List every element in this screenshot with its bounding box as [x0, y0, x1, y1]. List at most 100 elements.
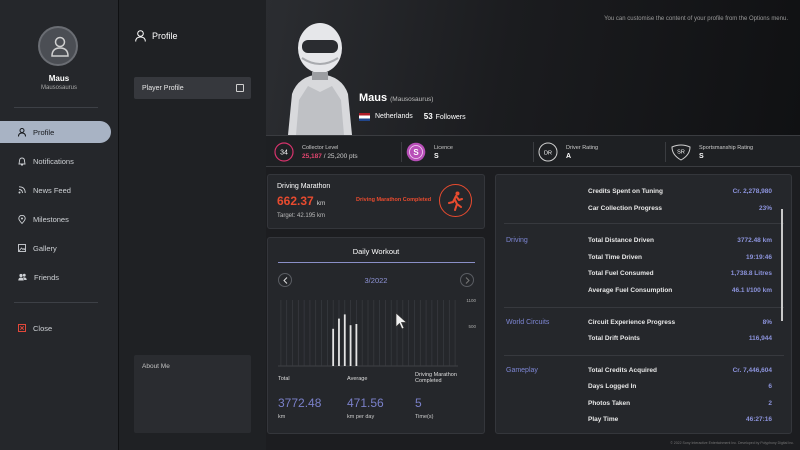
marathon-distance-unit: km	[316, 200, 326, 207]
daily-workout-chart: 1100 500	[278, 298, 476, 367]
day-bar[interactable]	[355, 324, 358, 366]
y-tick-label-mid: 500	[468, 324, 476, 329]
record-row: Total Drift Points 116,944	[588, 335, 772, 349]
licence[interactable]: S Licence S	[406, 136, 534, 168]
driver-rating[interactable]: DR Driver Rating A	[538, 136, 666, 168]
record-category: Driving	[506, 237, 528, 244]
record-row: Total Time Driven 19:19:46	[588, 254, 772, 268]
nav-item-milestones[interactable]: Milestones	[0, 208, 111, 230]
record-row: Play Time 46:27:16	[588, 416, 772, 430]
nav-item-gallery[interactable]: Gallery	[0, 237, 111, 259]
next-month-button[interactable]	[460, 273, 474, 287]
marathon-distance: 662.37 km	[277, 194, 325, 208]
workout-month: 3/2022	[364, 276, 388, 285]
chevron-right-icon	[465, 276, 470, 284]
driving-marathon-card[interactable]: Driving Marathon 662.37 km Target: 42.195…	[267, 174, 485, 229]
nav-item-label: Notifications	[33, 156, 74, 166]
record-category: World Circuits	[506, 319, 550, 326]
record-row: Circuit Experience Progress 8%	[588, 319, 772, 333]
record-value: 19:19:46	[745, 254, 772, 261]
left-nav: Maus Mausosaurus Profile Notifications N…	[0, 0, 118, 450]
nav-item-friends[interactable]: Friends	[0, 266, 111, 288]
collector-badge-text: 34	[280, 150, 288, 157]
profile-header: You can customise the content of your pr…	[266, 0, 800, 135]
divider	[504, 307, 784, 308]
nav-item-profile[interactable]: Profile	[0, 121, 111, 143]
divider	[401, 142, 402, 162]
cursor-icon	[395, 312, 408, 330]
location-pin-icon	[18, 214, 26, 224]
y-tick-label-max: 1100	[466, 298, 476, 303]
sportsmanship-badge-text: SR	[677, 150, 685, 156]
record-value: 46:27:16	[745, 416, 772, 423]
copyright: © 2022 Sony Interactive Entertainment In…	[670, 441, 794, 445]
record-value: 23%	[758, 205, 772, 212]
day-bar[interactable]	[338, 318, 340, 366]
divider	[14, 302, 98, 303]
record-row: Days Logged In 6	[588, 383, 772, 397]
friends-icon	[18, 273, 27, 281]
record-value: 8%	[762, 319, 772, 326]
about-me-panel[interactable]: About Me	[134, 355, 251, 433]
records-card[interactable]: Credits Spent on Tuning Cr. 2,278,980 Car…	[495, 174, 792, 434]
marathon-distance-value: 662.37	[277, 194, 314, 208]
close-icon	[18, 324, 26, 332]
nav-item-notifications[interactable]: Notifications	[0, 150, 111, 172]
record-label: Total Drift Points	[588, 335, 640, 342]
driver-name: Maus (Mausosaurus)	[359, 92, 433, 104]
nav-item-news-feed[interactable]: News Feed	[0, 179, 111, 201]
country-name: Netherlands	[375, 113, 413, 120]
workout-average-unit: km per day	[347, 414, 375, 420]
about-me-label: About Me	[142, 363, 170, 370]
rss-icon	[18, 186, 26, 194]
player-profile-button[interactable]: Player Profile	[134, 77, 251, 99]
customise-hint: You can customise the content of your pr…	[604, 16, 788, 22]
daily-workout-card: Daily Workout 3/2022 1100 500 Total 3772…	[267, 237, 485, 434]
workout-total: Total 3772.48 km	[278, 376, 321, 420]
close-button[interactable]: Close	[0, 317, 111, 339]
day-bar[interactable]	[343, 314, 346, 366]
driver-portrait	[288, 23, 352, 135]
record-value: 46.1 l/100 km	[731, 287, 772, 294]
record-value: 6	[768, 383, 772, 390]
workout-average: Average 471.56 km per day	[347, 376, 384, 420]
record-value: 2	[768, 400, 772, 407]
workout-total-label: Total	[278, 376, 290, 382]
collector-total: / 25,200 pts	[323, 152, 358, 160]
record-value: 1,738.8 Litres	[730, 270, 772, 277]
netherlands-flag-icon	[359, 112, 370, 121]
followers-count: 53	[423, 112, 433, 121]
record-value: Cr. 7,446,604	[732, 367, 772, 374]
avatar[interactable]	[38, 26, 78, 66]
record-label: Photos Taken	[588, 400, 631, 407]
scrollbar[interactable]	[781, 209, 783, 321]
record-label: Average Fuel Consumption	[588, 287, 673, 294]
record-label: Total Credits Acquired	[588, 367, 657, 374]
record-label: Car Collection Progress	[588, 205, 663, 212]
bell-icon	[18, 157, 26, 165]
collector-level[interactable]: 34 Collector Level 25,187 / 25,200 pts	[274, 136, 402, 168]
workout-total-value: 3772.48	[278, 396, 322, 410]
person-icon	[51, 36, 69, 57]
record-label: Credits Spent on Tuning	[588, 188, 663, 195]
workout-title-underline	[278, 262, 475, 263]
record-value: 3772.48 km	[737, 237, 772, 244]
close-label: Close	[33, 323, 53, 333]
record-label: Total Time Driven	[588, 254, 642, 261]
collector-level-badge-icon: 34	[274, 142, 294, 162]
licence-badge-text: S	[413, 148, 419, 157]
driver-rating-label: Driver Rating	[566, 144, 599, 151]
followers[interactable]: 53 Followers	[424, 112, 466, 121]
workout-marathons: Driving Marathon Completed 5 Time(s)	[415, 372, 477, 420]
user-name: Maus	[48, 74, 70, 83]
sportsmanship-rating[interactable]: SR Sportsmanship Rating S	[670, 136, 794, 168]
runner-icon	[439, 184, 472, 217]
workout-average-label: Average	[347, 376, 368, 382]
person-icon	[135, 30, 146, 42]
page-title-text: Profile	[152, 31, 178, 41]
marathon-target: Target: 42.195 km	[277, 213, 326, 219]
workout-total-unit: km	[278, 414, 286, 420]
workout-marathons-label: Driving Marathon Completed	[415, 372, 457, 384]
day-bar[interactable]	[349, 325, 352, 366]
day-bar[interactable]	[332, 328, 335, 366]
